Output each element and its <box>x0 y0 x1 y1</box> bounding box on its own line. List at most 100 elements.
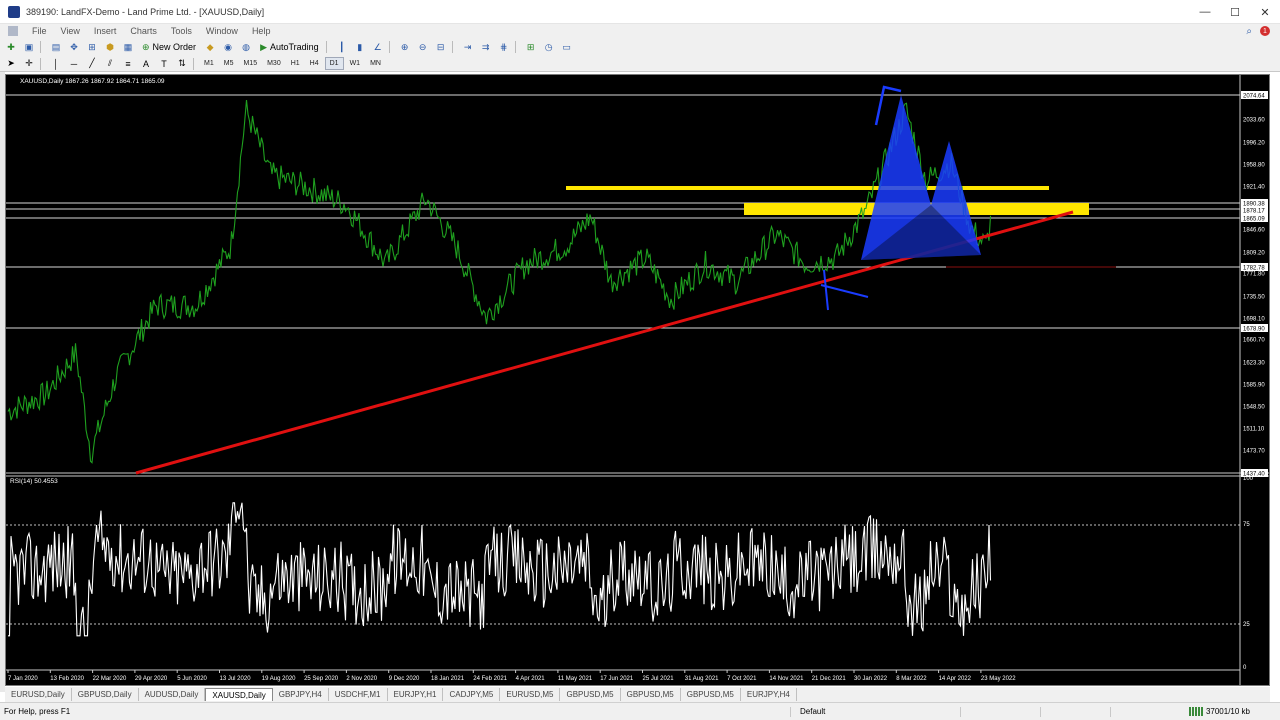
autoscroll-icon[interactable]: ⇉ <box>479 40 493 54</box>
grid-icon[interactable]: ⋕ <box>497 40 511 54</box>
close-button[interactable]: ✕ <box>1250 0 1280 24</box>
date-label: 23 May 2022 <box>981 676 1016 682</box>
cursor-icon[interactable]: ➤ <box>4 57 18 71</box>
periods-icon[interactable]: ◷ <box>542 40 556 54</box>
date-label: 2 Nov 2020 <box>346 676 377 682</box>
vertical-line-icon[interactable]: │ <box>49 57 63 71</box>
crosshair-icon[interactable]: ✛ <box>22 57 36 71</box>
date-label: 13 Jul 2020 <box>220 676 252 682</box>
tile-windows-icon[interactable]: ⊟ <box>434 40 448 54</box>
price-label: 1809.20 <box>1243 251 1265 257</box>
price-label: 2074.64 <box>1243 94 1265 100</box>
chart-tab[interactable]: GBPUSD,Daily <box>72 688 139 701</box>
timeframe-m30[interactable]: M30 <box>263 57 285 70</box>
terminal-icon[interactable]: ⬢ <box>103 40 117 54</box>
chart-window[interactable]: 2074.64 2033.60 1996.20 1958.80 1921.40 1890.… <box>5 74 1270 686</box>
chart-tab[interactable]: GBPJPY,H4 <box>273 688 329 701</box>
chart-tab[interactable]: EURJPY,H4 <box>741 688 797 701</box>
chart-tab[interactable]: EURUSD,M5 <box>500 688 561 701</box>
chart-tab[interactable]: USDCHF,M1 <box>329 688 388 701</box>
new-order-button[interactable]: ⊕ New Order <box>139 40 199 54</box>
document-icon[interactable] <box>8 26 18 36</box>
strategy-tester-icon[interactable]: ▦ <box>121 40 135 54</box>
timeframe-mn[interactable]: MN <box>366 57 385 70</box>
resistance-line <box>566 186 1049 190</box>
market-icon[interactable]: ◍ <box>239 40 253 54</box>
timeframe-h4[interactable]: H4 <box>306 57 323 70</box>
candlestick-icon[interactable]: ▮ <box>353 40 367 54</box>
toolbar-separator <box>325 41 327 53</box>
menu-window[interactable]: Window <box>206 26 238 36</box>
date-label: 18 Jan 2021 <box>431 676 465 682</box>
templates-icon[interactable]: ▭ <box>560 40 574 54</box>
bar-chart-icon[interactable]: ┃ <box>335 40 349 54</box>
profiles-icon[interactable]: ▣ <box>22 40 36 54</box>
date-label: 5 Jun 2020 <box>177 676 207 682</box>
chart-tab[interactable]: CADJPY,M5 <box>443 688 501 701</box>
window-title: 389190: LandFX-Demo - Land Prime Ltd. - … <box>26 6 265 17</box>
timeframe-w1[interactable]: W1 <box>346 57 365 70</box>
status-help-text: For Help, press F1 <box>4 707 71 716</box>
timeframe-m1[interactable]: M1 <box>200 57 218 70</box>
rsi-level-label: 0 <box>1243 665 1247 671</box>
minimize-button[interactable]: — <box>1190 0 1220 24</box>
status-traffic: 37001/10 kb <box>1188 707 1250 716</box>
metaeditor-icon[interactable]: ◆ <box>203 40 217 54</box>
maximize-button[interactable]: ☐ <box>1220 0 1250 24</box>
chart-tab[interactable]: XAUUSD,Daily <box>205 688 273 701</box>
zoom-in-icon[interactable]: ⊕ <box>398 40 412 54</box>
timeframe-d1[interactable]: D1 <box>324 57 344 70</box>
market-watch-icon[interactable]: ▤ <box>49 40 63 54</box>
horizontal-line-icon[interactable]: ─ <box>67 57 81 71</box>
text-icon[interactable]: A <box>139 57 153 71</box>
status-bar: For Help, press F1 Default 37001/10 kb <box>0 702 1280 720</box>
signals-icon[interactable]: ◉ <box>221 40 235 54</box>
date-label: 13 Feb 2020 <box>50 676 84 682</box>
text-label-icon[interactable]: T <box>157 57 171 71</box>
chart-tabs: EURUSD,Daily GBPUSD,Daily AUDUSD,Daily XAUU… <box>5 687 1270 702</box>
menu-view[interactable]: View <box>61 26 80 36</box>
date-label: 19 Aug 2020 <box>262 676 296 682</box>
chart-tab[interactable]: AUDUSD,Daily <box>139 688 206 701</box>
menu-insert[interactable]: Insert <box>94 26 117 36</box>
navigator-icon[interactable]: ⊞ <box>85 40 99 54</box>
autotrading-button[interactable]: ▶ AutoTrading <box>257 40 322 54</box>
price-label: 1846.60 <box>1243 228 1265 234</box>
line-chart-icon[interactable]: ∠ <box>371 40 385 54</box>
date-label: 17 Jun 2021 <box>600 676 634 682</box>
chart-tab[interactable]: GBPUSD,M5 <box>681 688 741 701</box>
chart-tab[interactable]: GBPUSD,M5 <box>560 688 621 701</box>
date-label: 8 Mar 2022 <box>896 676 927 682</box>
data-window-icon[interactable]: ✥ <box>67 40 81 54</box>
menu-charts[interactable]: Charts <box>130 26 157 36</box>
price-chart[interactable]: 2074.642033.601996.201958.801921.401890.… <box>6 75 1269 685</box>
notification-badge[interactable]: 1 <box>1260 26 1270 36</box>
timeframe-m5[interactable]: M5 <box>220 57 238 70</box>
price-label: 1623.30 <box>1243 361 1265 367</box>
chart-tab[interactable]: EURJPY,H1 <box>388 688 444 701</box>
indicators-icon[interactable]: ⊞ <box>524 40 538 54</box>
new-chart-icon[interactable]: ✚ <box>4 40 18 54</box>
arrows-icon[interactable]: ⇅ <box>175 57 189 71</box>
chart-tab[interactable]: EURUSD,Daily <box>5 688 72 701</box>
date-label: 14 Nov 2021 <box>769 676 804 682</box>
date-label: 11 May 2021 <box>558 676 593 682</box>
channel-icon[interactable]: ⫽ <box>103 57 117 71</box>
toolbar-separator <box>451 41 453 53</box>
price-label: 1678.90 <box>1243 327 1265 333</box>
menu-file[interactable]: File <box>32 26 47 36</box>
chart-shift-icon[interactable]: ⇥ <box>461 40 475 54</box>
timeframe-h1[interactable]: H1 <box>287 57 304 70</box>
fibonacci-icon[interactable]: ≡ <box>121 57 135 71</box>
date-label: 22 Mar 2020 <box>93 676 127 682</box>
status-traffic-text: 37001/10 kb <box>1205 707 1250 716</box>
timeframe-m15[interactable]: M15 <box>239 57 261 70</box>
search-icon[interactable]: ⌕ <box>1246 26 1252 37</box>
zoom-out-icon[interactable]: ⊖ <box>416 40 430 54</box>
rsi-level-label: 100 <box>1243 476 1254 482</box>
menu-tools[interactable]: Tools <box>171 26 192 36</box>
menu-help[interactable]: Help <box>252 26 271 36</box>
chart-tab[interactable]: GBPUSD,M5 <box>621 688 681 701</box>
trendline-icon[interactable]: ╱ <box>85 57 99 71</box>
window-controls: — ☐ ✕ <box>1190 0 1280 24</box>
